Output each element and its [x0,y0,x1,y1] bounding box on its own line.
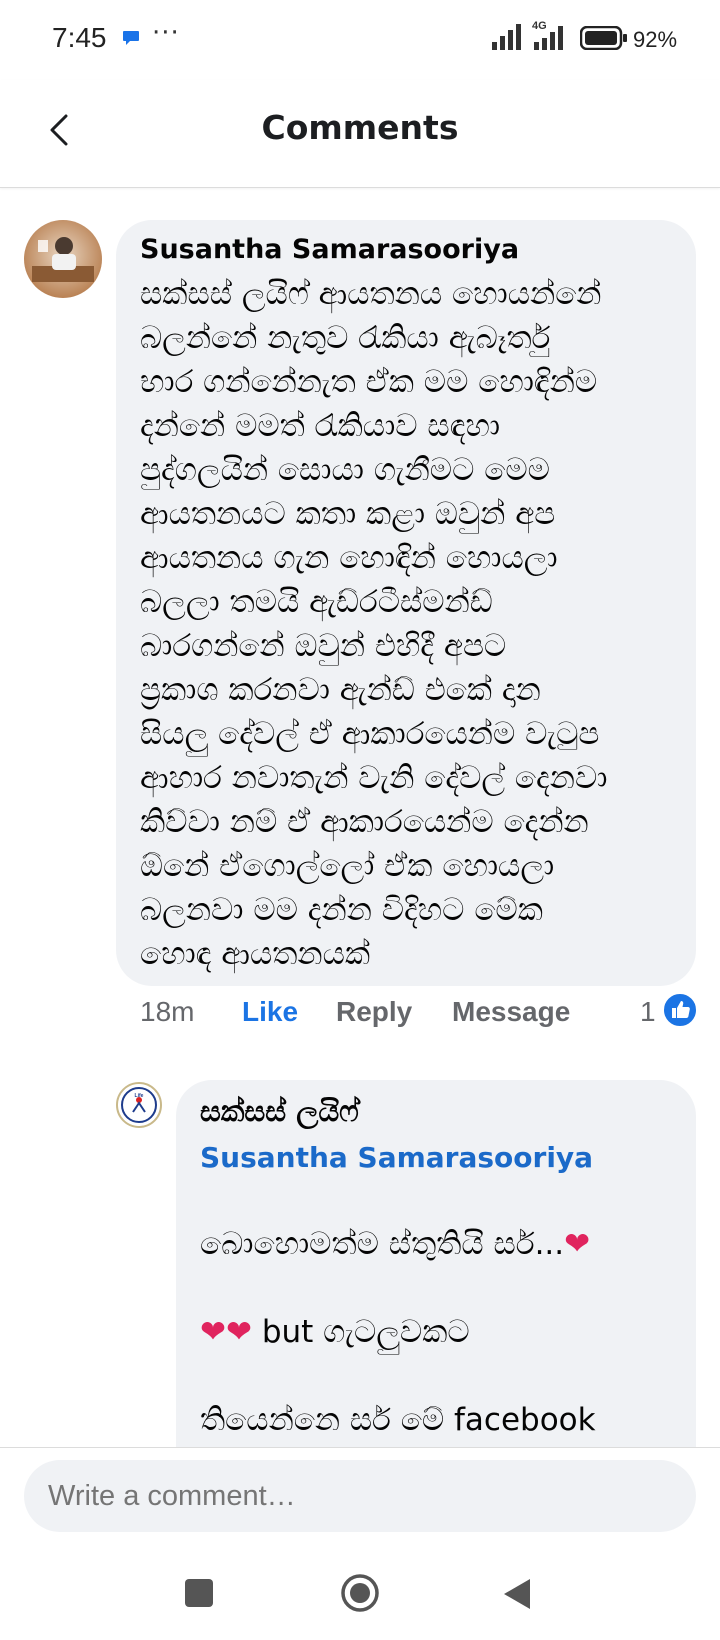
reply-button[interactable]: Reply [336,996,412,1028]
battery-percent: 92% [633,27,678,52]
battery-icon [580,26,627,50]
signal-4g-bars-icon [534,26,563,50]
reply-text-line1: බොහොමත්ම ස්තුතියි සර්... [200,1226,565,1262]
page-avatar[interactable]: Life [116,1082,162,1128]
like-button[interactable]: Like [242,996,298,1028]
like-reaction-icon[interactable] [662,992,698,1028]
app-header: Comments [0,80,720,188]
comment-composer [0,1447,720,1557]
reply-text-line2: but ගැටලුවකට [251,1314,470,1350]
signal-icon [492,24,521,50]
avatar[interactable] [24,220,102,298]
recent-apps-icon[interactable] [183,1577,215,1609]
mention-link[interactable]: Susantha Samarasooriya [200,1136,593,1180]
chat-bubble-icon [123,31,139,45]
comment-input[interactable] [24,1460,696,1532]
comment-text: සක්සස් ලයිෆ් ආයතනය හොයන්නේ බලන්නේ නැතුව … [140,276,608,972]
success-life-logo-icon: Life [118,1084,160,1126]
heart-emoji-icon: ❤ [564,1226,591,1262]
reply-bubble: සක්සස් ලයිෆ් Susantha Samarasooriya බොහො… [176,1080,696,1570]
comment-actions: 18m Like Reply Message 1 [140,992,700,1040]
comment-bubble: Susantha Samarasooriya සක්සස් ලයිෆ් ආයතන… [116,220,696,986]
page-title: Comments [261,108,459,147]
status-time: 7:45 [52,22,107,53]
comment-author[interactable]: Susantha Samarasooriya [140,234,519,265]
reply-author[interactable]: සක්සස් ලයිෆ් [200,1094,359,1129]
comment-timestamp: 18m [140,996,195,1027]
heart-emoji-icon: ❤ [200,1314,226,1350]
system-nav-bar [0,1557,720,1640]
logo-text: Life [135,1093,144,1099]
heart-emoji-icon: ❤ [225,1314,252,1350]
message-button[interactable]: Message [452,996,570,1028]
reaction-count[interactable]: 1 [640,996,656,1028]
status-bar: 7:45 ··· 4G 92% [0,0,720,80]
back-triangle-icon[interactable] [502,1577,532,1611]
home-icon[interactable] [340,1573,380,1613]
status-more-icon: ··· [152,18,180,48]
profile-photo-icon [24,220,102,298]
